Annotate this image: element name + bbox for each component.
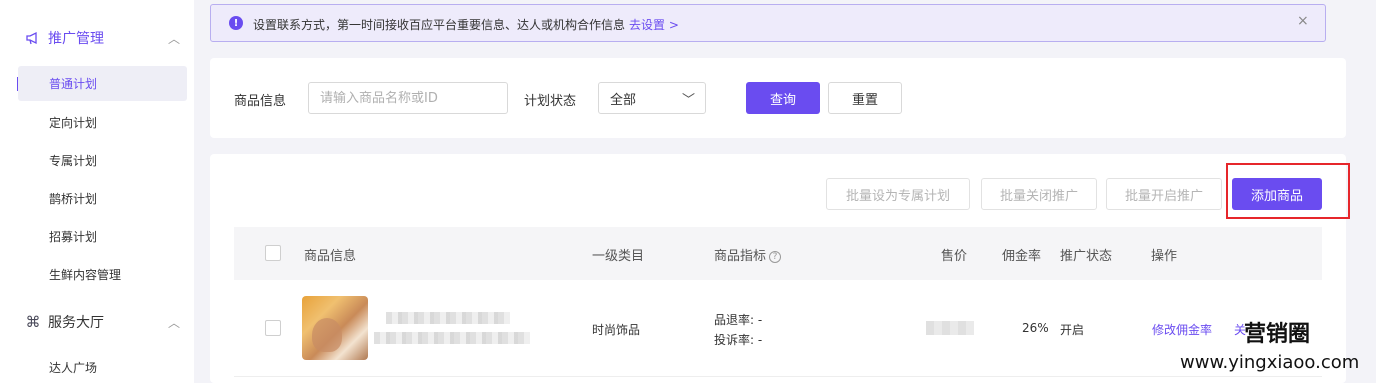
plan-status-label: 计划状态	[524, 94, 577, 109]
product-info-label: 商品信息	[234, 94, 287, 109]
query-button[interactable]: 查询	[746, 82, 820, 114]
sidebar-item-bridge-plan[interactable]: 鹊桥计划	[18, 181, 187, 216]
notice-text: 设置联系方式，第一时间接收百应平台重要信息、达人或机构合作信息 去设置 >	[253, 16, 679, 33]
sidebar-section-label: 推广管理	[48, 31, 104, 47]
product-title-blurred	[386, 312, 510, 324]
help-icon[interactable]: ?	[769, 250, 782, 263]
product-list-panel: 批量设为专属计划 批量关闭推广 批量开启推广 添加商品 商品信息 一级类目 商品…	[210, 154, 1350, 383]
status-cell: 开启	[1060, 323, 1085, 337]
table-header: 商品信息 一级类目 商品指标? 售价 佣金率 推广状态 操作	[234, 227, 1322, 280]
notice-banner: ! 设置联系方式，第一时间接收百应平台重要信息、达人或机构合作信息 去设置 > ×	[210, 4, 1326, 42]
col-price: 售价	[941, 249, 968, 264]
select-all-checkbox[interactable]	[265, 245, 281, 261]
chevron-up-icon: ︿	[168, 315, 181, 330]
filter-panel: 商品信息 计划状态 全部 ﹀ 查询 重置	[210, 58, 1346, 138]
sidebar-section-service[interactable]: ⌘ 服务大厅 ︿	[0, 302, 194, 342]
complaint-rate-cell: 投诉率: -	[714, 333, 763, 347]
sidebar-item-talent-square[interactable]: 达人广场	[18, 350, 187, 383]
sidebar-section-label: 服务大厅	[48, 315, 104, 331]
commission-cell: 26%	[1022, 321, 1049, 335]
sidebar: 推广管理 ︿ 普通计划 定向计划 专属计划 鹊桥计划 招募计划 生鲜内容管理 ⌘…	[0, 0, 194, 383]
sidebar-item-targeted-plan[interactable]: 定向计划	[18, 105, 187, 140]
sidebar-item-exclusive-plan[interactable]: 专属计划	[18, 143, 187, 178]
chevron-up-icon: ︿	[168, 31, 181, 46]
col-status: 推广状态	[1060, 249, 1113, 264]
col-metrics-label: 商品指标	[714, 249, 767, 264]
chevron-down-icon: ﹀	[681, 93, 695, 108]
highlight-box	[1226, 163, 1350, 219]
batch-exclusive-button[interactable]: 批量设为专属计划	[826, 178, 970, 210]
megaphone-icon	[24, 29, 42, 47]
watermark-url: www.yingxiaoo.com	[1180, 352, 1360, 373]
product-thumbnail[interactable]	[302, 296, 368, 360]
product-search-input[interactable]	[308, 82, 508, 114]
col-operations: 操作	[1151, 249, 1178, 264]
col-metrics: 商品指标?	[714, 245, 782, 264]
product-id-blurred	[374, 332, 530, 344]
category-cell: 时尚饰品	[592, 323, 641, 337]
price-blurred	[926, 321, 974, 335]
watermark-name: 营销圈	[1244, 322, 1311, 347]
sidebar-item-fresh-content[interactable]: 生鲜内容管理	[18, 257, 187, 292]
col-commission: 佣金率	[1002, 249, 1042, 264]
close-icon[interactable]: ×	[1297, 13, 1309, 29]
sidebar-section-promotion[interactable]: 推广管理 ︿	[0, 18, 194, 58]
sidebar-item-recruit-plan[interactable]: 招募计划	[18, 219, 187, 254]
batch-close-button[interactable]: 批量关闭推广	[981, 178, 1097, 210]
table-row: 时尚饰品 品退率: - 投诉率: - 26% 开启 修改佣金率 关	[234, 280, 1322, 377]
notice-message: 设置联系方式，第一时间接收百应平台重要信息、达人或机构合作信息	[253, 18, 626, 32]
col-product-info: 商品信息	[304, 249, 357, 264]
row-checkbox[interactable]	[265, 320, 281, 336]
sidebar-item-normal-plan[interactable]: 普通计划	[18, 66, 187, 101]
plan-status-value: 全部	[610, 92, 637, 108]
command-icon: ⌘	[25, 313, 41, 331]
exclamation-icon: !	[229, 16, 243, 30]
return-rate-cell: 品退率: -	[714, 313, 763, 327]
edit-commission-link[interactable]: 修改佣金率	[1152, 321, 1212, 338]
plan-status-select[interactable]: 全部 ﹀	[598, 82, 706, 114]
notice-settings-link[interactable]: 去设置 >	[629, 18, 679, 32]
batch-open-button[interactable]: 批量开启推广	[1106, 178, 1222, 210]
reset-button[interactable]: 重置	[828, 82, 902, 114]
col-category: 一级类目	[592, 249, 645, 264]
